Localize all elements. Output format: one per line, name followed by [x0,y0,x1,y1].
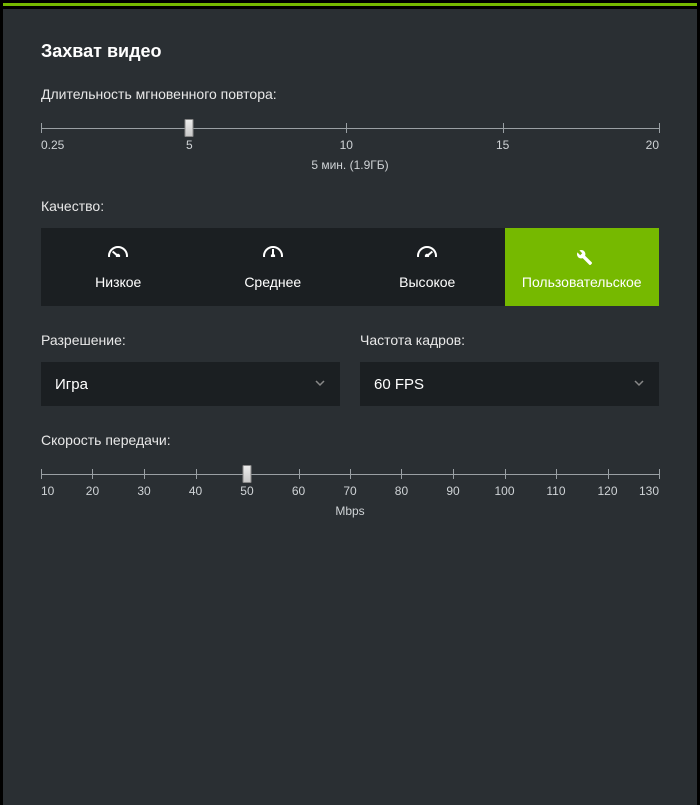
gauge-high-icon [415,244,439,268]
settings-panel: Захват видео Длительность мгновенного по… [3,9,697,805]
replay-caption: 5 мин. (1.9ГБ) [41,158,659,172]
gauge-mid-icon [261,244,285,268]
bitrate-caption: Mbps [41,504,659,518]
slider-tick [41,469,42,479]
slider-tick-label: 20 [86,484,99,498]
slider-tick-label: 10 [41,484,54,498]
resolution-dropdown[interactable]: Игра [41,362,340,406]
slider-tick-label: 10 [340,138,353,152]
slider-tick [659,123,660,133]
quality-option-label: Пользовательское [522,274,642,290]
quality-option-label: Среднее [244,274,301,290]
slider-tick [453,469,454,479]
quality-label: Качество: [41,198,659,214]
slider-tick [41,123,42,133]
quality-option-gauge-low[interactable]: Низкое [41,228,196,306]
slider-tick-label: 0.25 [41,138,64,152]
slider-tick [503,123,504,133]
quality-option-wrench[interactable]: Пользовательское [505,228,660,306]
slider-tick-label: 50 [240,484,253,498]
replay-section: Длительность мгновенного повтора: 0.25 5 1… [41,86,659,172]
slider-tick-label: 110 [546,484,565,498]
chevron-down-icon [314,376,326,393]
replay-slider[interactable]: 0.25 5 10 15 20 [41,116,659,156]
slider-tick [144,469,145,479]
slider-tick [608,469,609,479]
quality-option-label: Высокое [399,274,455,290]
slider-tick-label: 30 [137,484,150,498]
slider-thumb[interactable] [242,465,251,483]
slider-tick [505,469,506,479]
slider-tick-label: 120 [598,484,618,498]
slider-tick-label: 5 [186,138,193,152]
resolution-label: Разрешение: [41,332,340,348]
slider-tick [401,469,402,479]
bitrate-section: Скорость передачи: 10 20 30 40 50 60 70 80 90 100… [41,432,659,518]
slider-thumb[interactable] [185,119,194,137]
wrench-icon [570,244,594,268]
slider-tick-label: 90 [446,484,459,498]
fps-label: Частота кадров: [360,332,659,348]
slider-tick-label: 40 [189,484,202,498]
quality-option-gauge-high[interactable]: Высокое [350,228,505,306]
chevron-down-icon [633,376,645,393]
fps-col: Частота кадров: 60 FPS [360,332,659,406]
quality-option-label: Низкое [95,274,141,290]
slider-tick [659,469,660,479]
slider-tick [196,469,197,479]
accent-bar [3,3,697,6]
slider-tick [556,469,557,479]
res-fps-row: Разрешение: Игра Частота кадров: 60 FPS [41,332,659,406]
slider-tick [350,469,351,479]
slider-tick [346,123,347,133]
slider-tick-label: 80 [395,484,408,498]
slider-tick-label: 20 [646,138,659,152]
bitrate-slider[interactable]: 10 20 30 40 50 60 70 80 90 100 110 120 130 [41,462,659,502]
quality-section: Качество: Низкое Среднее Высокое Пользовате… [41,198,659,306]
slider-tick-label: 130 [639,484,659,498]
resolution-value: Игра [55,376,88,393]
slider-tick-label: 70 [343,484,356,498]
slider-tick [92,469,93,479]
slider-tick-label: 100 [494,484,514,498]
page-title: Захват видео [41,41,659,62]
bitrate-label: Скорость передачи: [41,432,659,448]
fps-dropdown[interactable]: 60 FPS [360,362,659,406]
quality-option-gauge-mid[interactable]: Среднее [196,228,351,306]
quality-row: Низкое Среднее Высокое Пользовательское [41,228,659,306]
fps-value: 60 FPS [374,376,424,393]
slider-tick [299,469,300,479]
replay-label: Длительность мгновенного повтора: [41,86,659,102]
gauge-low-icon [106,244,130,268]
resolution-col: Разрешение: Игра [41,332,340,406]
slider-tick-label: 15 [496,138,509,152]
slider-tick-label: 60 [292,484,305,498]
